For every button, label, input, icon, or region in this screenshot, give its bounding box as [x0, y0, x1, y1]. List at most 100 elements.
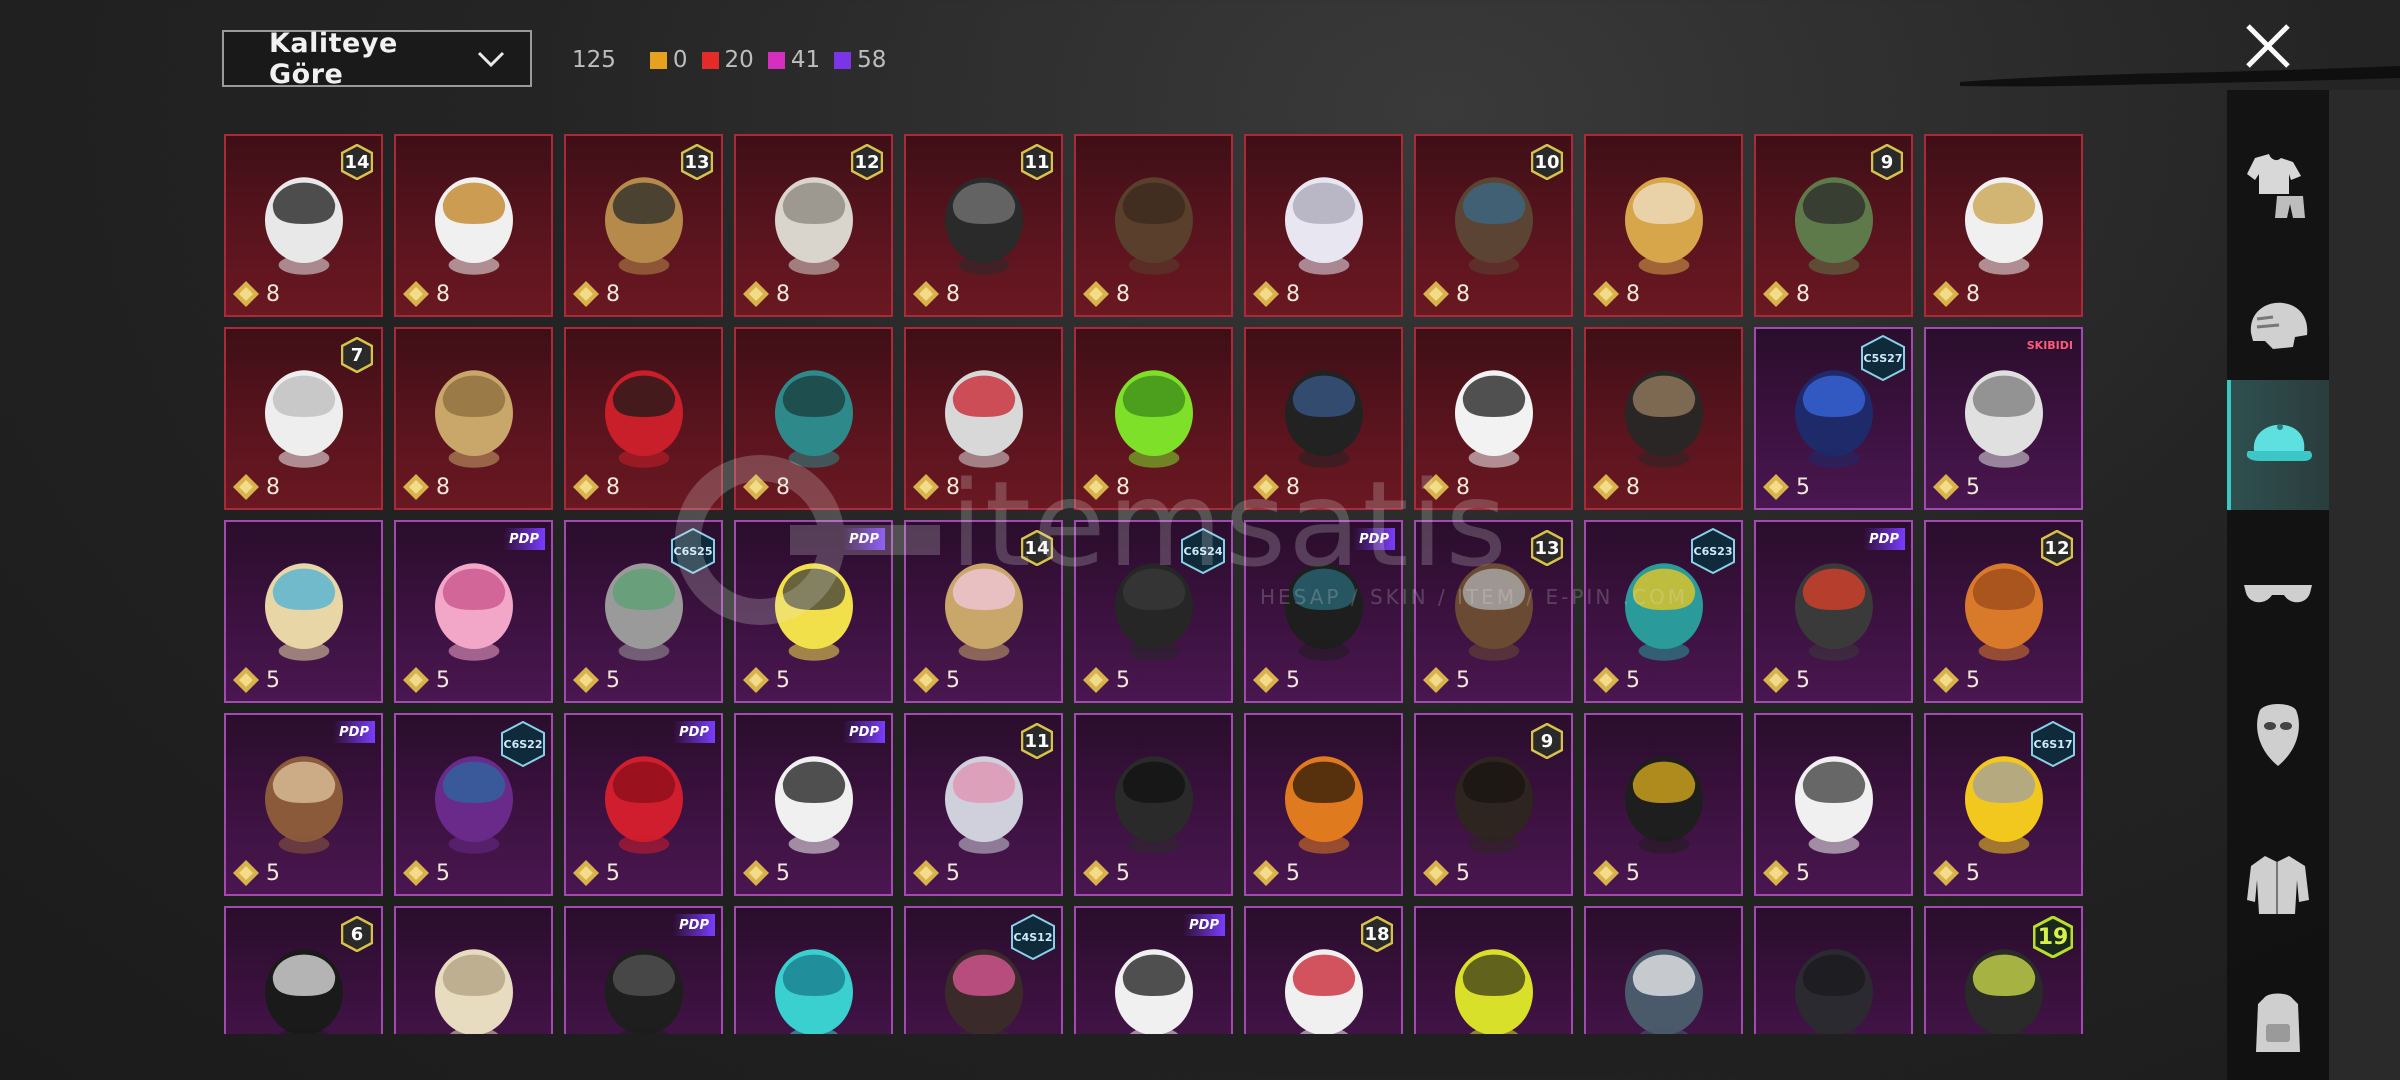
inventory-item[interactable]: PDP 5: [224, 713, 383, 896]
inventory-item[interactable]: 8: [904, 327, 1063, 510]
item-price: 8: [912, 470, 960, 504]
inventory-item[interactable]: 8: [394, 134, 553, 317]
tab-jacket[interactable]: [2227, 820, 2329, 950]
inventory-item[interactable]: 5: [1584, 713, 1743, 896]
sort-dropdown[interactable]: Kaliteye Göre: [222, 28, 532, 90]
pdp-badge: PDP: [333, 721, 375, 743]
inventory-item[interactable]: [1414, 906, 1573, 1034]
rarity-count-legendary: 0: [649, 47, 688, 73]
inventory-item[interactable]: 5: [224, 520, 383, 703]
inventory-item[interactable]: 9 5: [1414, 713, 1573, 896]
inventory-item[interactable]: PDP 5: [564, 713, 723, 896]
inventory-item[interactable]: 13 5: [1414, 520, 1573, 703]
inventory-item[interactable]: 12 5: [1924, 520, 2083, 703]
tab-mask[interactable]: [2227, 670, 2329, 800]
coin-icon: [233, 667, 259, 693]
inventory-item[interactable]: 8: [564, 327, 723, 510]
close-button[interactable]: [2240, 18, 2296, 74]
inventory-item[interactable]: C4S12: [904, 906, 1063, 1034]
inventory-item[interactable]: 11 8: [904, 134, 1063, 317]
item-price-value: 8: [1966, 281, 1980, 307]
inventory-item[interactable]: C6S22 5: [394, 713, 553, 896]
pdp-badge: PDP: [1183, 914, 1225, 936]
item-price-value: 8: [1796, 281, 1810, 307]
item-price-value: 8: [946, 474, 960, 500]
inventory-item[interactable]: 7 8: [224, 327, 383, 510]
inventory-item[interactable]: [394, 906, 553, 1034]
inventory-item[interactable]: 8: [1584, 134, 1743, 317]
inventory-item[interactable]: 6: [224, 906, 383, 1034]
inventory-item[interactable]: 8: [1244, 134, 1403, 317]
inventory-item[interactable]: PDP 5: [1244, 520, 1403, 703]
inventory-item[interactable]: C6S23 5: [1584, 520, 1743, 703]
season-badge: C6S24: [1181, 528, 1225, 574]
inventory-item[interactable]: 11 5: [904, 713, 1063, 896]
inventory-item[interactable]: C5S27 5: [1754, 327, 1913, 510]
season-badge-value: C6S17: [2033, 737, 2073, 751]
level-badge: 12: [2041, 530, 2073, 566]
inventory-item[interactable]: PDP 5: [734, 713, 893, 896]
inventory-item[interactable]: PDP: [564, 906, 723, 1034]
coin-icon: [1763, 860, 1789, 886]
item-price-value: 8: [436, 281, 450, 307]
inventory-item[interactable]: 8: [1584, 327, 1743, 510]
cream-curly-hair-icon: [435, 949, 513, 1034]
inventory-item[interactable]: [1754, 906, 1913, 1034]
inventory-item[interactable]: 19: [1924, 906, 2083, 1034]
inventory-item[interactable]: C6S25 5: [564, 520, 723, 703]
item-price: 5: [742, 856, 790, 890]
level-badge-value: 11: [1024, 730, 1050, 752]
coin-icon: [1253, 667, 1279, 693]
inventory-item[interactable]: 10 8: [1414, 134, 1573, 317]
inventory-item[interactable]: 12 8: [734, 134, 893, 317]
coin-icon: [913, 667, 939, 693]
inventory-item[interactable]: [1584, 906, 1743, 1034]
item-price: 5: [402, 663, 450, 697]
inventory-item[interactable]: SKIBIDI 5: [1924, 327, 2083, 510]
inventory-item[interactable]: [734, 906, 893, 1034]
tab-helmet[interactable]: [2227, 260, 2329, 390]
inventory-item[interactable]: PDP 5: [1754, 520, 1913, 703]
inventory-item[interactable]: PDP 5: [734, 520, 893, 703]
inventory-item[interactable]: 14 8: [224, 134, 383, 317]
season-badge-value: C4S12: [1013, 930, 1053, 944]
inventory-item[interactable]: 13 8: [564, 134, 723, 317]
inventory-item[interactable]: C6S24 5: [1074, 520, 1233, 703]
item-price: 5: [1592, 663, 1640, 697]
tab-backpack[interactable]: [2227, 960, 2329, 1080]
level-badge-value: 14: [1024, 537, 1050, 559]
item-price: 5: [1252, 856, 1300, 890]
inventory-item[interactable]: 5: [1244, 713, 1403, 896]
inventory-item[interactable]: 8: [1924, 134, 2083, 317]
inventory-item[interactable]: PDP: [1074, 906, 1233, 1034]
level-badge: 13: [681, 144, 713, 180]
season-badge-value: C6S22: [503, 737, 543, 751]
item-price: 8: [742, 277, 790, 311]
pdp-badge: PDP: [1863, 528, 1905, 550]
tab-outfit[interactable]: [2227, 120, 2329, 250]
inventory-item[interactable]: C6S17 5: [1924, 713, 2083, 896]
inventory-item[interactable]: 5: [1754, 713, 1913, 896]
tab-eyewear[interactable]: [2227, 530, 2329, 660]
helmet-icon: [2250, 302, 2308, 349]
inventory-item[interactable]: 5: [1074, 713, 1233, 896]
level-badge: 11: [1021, 723, 1053, 759]
inventory-item[interactable]: 8: [1074, 327, 1233, 510]
rarity-swatch: [834, 51, 852, 69]
inventory-item[interactable]: 9 8: [1754, 134, 1913, 317]
coin-icon: [1593, 860, 1619, 886]
item-price-value: 5: [1796, 860, 1810, 886]
level-badge-value: 11: [1024, 151, 1050, 173]
inventory-item[interactable]: PDP 5: [394, 520, 553, 703]
coin-icon: [1083, 667, 1109, 693]
inventory-item[interactable]: 14 5: [904, 520, 1063, 703]
inventory-item[interactable]: 8: [394, 327, 553, 510]
tab-headwear[interactable]: [2227, 380, 2329, 510]
inventory-item[interactable]: 18: [1244, 906, 1403, 1034]
dark-round-mask-icon: [1795, 949, 1873, 1034]
inventory-item[interactable]: 8: [734, 327, 893, 510]
inventory-item[interactable]: 8: [1414, 327, 1573, 510]
inventory-item[interactable]: 8: [1074, 134, 1233, 317]
inventory-item[interactable]: 8: [1244, 327, 1403, 510]
top-bar: Kaliteye Göre 125 0 20 41 58: [0, 0, 2400, 100]
